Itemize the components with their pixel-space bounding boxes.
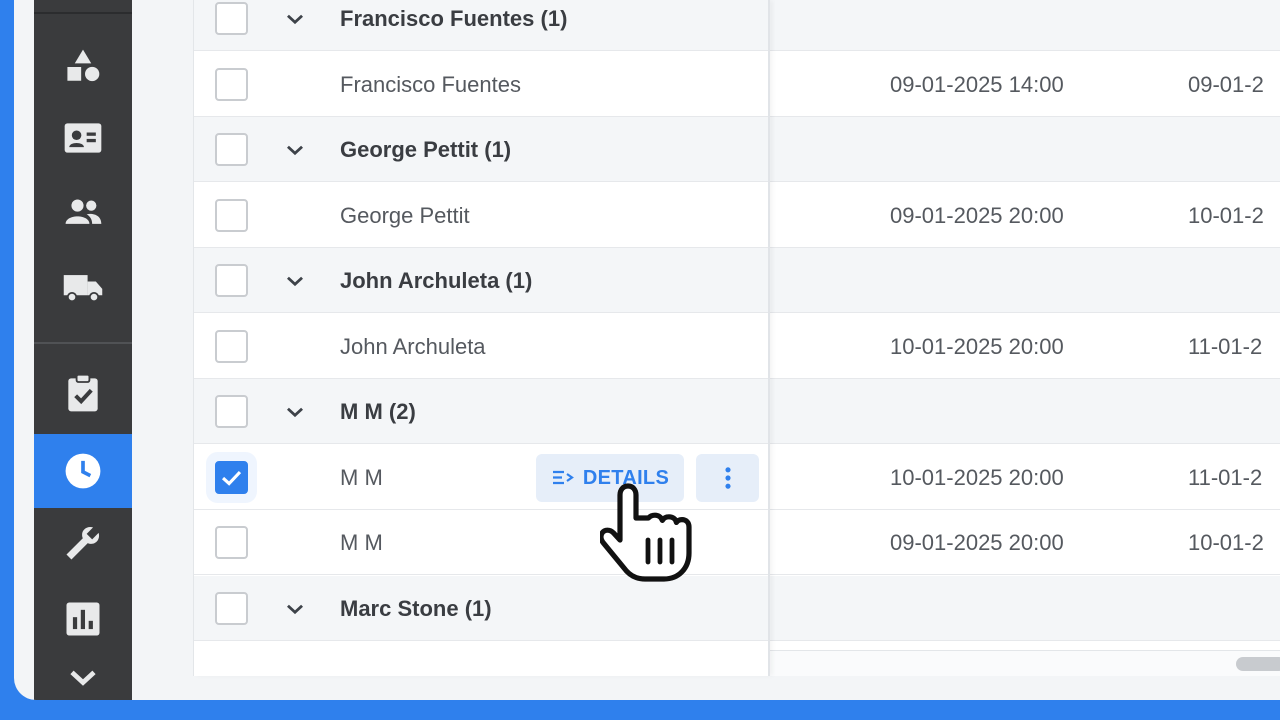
app-window: Francisco Fuentes (1) Francisco Fuentes Ge…	[14, 0, 1280, 700]
shapes-icon	[67, 49, 100, 82]
chevron-down-icon	[287, 276, 303, 287]
people-icon	[65, 199, 102, 224]
expand-group-toggle[interactable]	[282, 596, 308, 622]
main-content: Francisco Fuentes (1) Francisco Fuentes Ge…	[132, 0, 1280, 700]
sidebar-item-tools[interactable]	[34, 506, 132, 580]
row-checkbox[interactable]	[215, 330, 248, 363]
checkmark-icon	[221, 470, 242, 486]
employee-name: Francisco Fuentes	[340, 72, 521, 97]
expand-group-toggle[interactable]	[282, 137, 308, 163]
group-row-values	[770, 117, 1280, 182]
table-row-values: 10-01-2025 20:00 11-01-2	[770, 314, 1280, 379]
more-vertical-icon	[724, 467, 731, 489]
group-row: John Archuleta (1)	[194, 248, 768, 313]
hand-pointer-cursor	[600, 483, 692, 582]
group-row-values	[770, 379, 1280, 444]
sidebar-item-people[interactable]	[34, 175, 132, 249]
sidebar	[34, 0, 132, 700]
end-time-cell: 10-01-2	[1188, 530, 1264, 555]
row-checkbox[interactable]	[215, 199, 248, 232]
contact-card-icon	[64, 123, 102, 153]
start-time-cell: 10-01-2025 20:00	[890, 334, 1064, 359]
table-row: Francisco Fuentes	[194, 52, 768, 117]
group-row-values	[770, 576, 1280, 641]
row-checkbox[interactable]	[215, 592, 248, 625]
pinned-footer	[194, 650, 768, 676]
row-checkbox[interactable]	[215, 526, 248, 559]
table-row-values: 09-01-2025 20:00 10-01-2	[770, 510, 1280, 575]
employee-name: M M	[340, 465, 383, 490]
wrench-icon	[66, 526, 100, 560]
sidebar-item-contacts[interactable]	[34, 101, 132, 175]
table-row: George Pettit	[194, 183, 768, 248]
group-name: Francisco Fuentes (1)	[340, 6, 568, 31]
employee-name: George Pettit	[340, 203, 470, 228]
truck-icon	[63, 275, 103, 303]
group-name: Marc Stone (1)	[340, 596, 492, 621]
scrollbar-thumb[interactable]	[1236, 657, 1280, 671]
scrollable-columns: 09-01-2025 20:00 10-01-2 10-01-2025 20:00 1…	[770, 0, 1280, 676]
group-row: George Pettit (1)	[194, 117, 768, 182]
start-time-cell: 09-01-2025 14:00	[890, 72, 1064, 97]
start-time-cell: 09-01-2025 20:00	[890, 203, 1064, 228]
list-details-icon	[552, 470, 574, 485]
sidebar-item-tasks[interactable]	[34, 356, 132, 430]
group-name: M M (2)	[340, 399, 416, 424]
end-time-cell: 09-01-2	[1188, 72, 1264, 97]
group-row: M M (2)	[194, 379, 768, 444]
sidebar-item-shapes[interactable]	[34, 30, 132, 104]
row-checkbox[interactable]	[215, 264, 248, 297]
chevron-down-icon	[287, 604, 303, 615]
sidebar-item-delivery[interactable]	[34, 250, 132, 324]
clipboard-check-icon	[68, 373, 98, 412]
expand-group-toggle[interactable]	[282, 6, 308, 32]
expand-group-toggle[interactable]	[282, 268, 308, 294]
end-time-cell: 10-01-2	[1188, 203, 1264, 228]
row-checkbox[interactable]	[215, 461, 248, 494]
table-row-values: 09-01-2025 20:00 10-01-2	[770, 183, 1280, 248]
timesheet-grid: Francisco Fuentes (1) Francisco Fuentes Ge…	[193, 0, 1280, 676]
chevron-down-icon	[70, 670, 96, 686]
row-checkbox[interactable]	[215, 395, 248, 428]
table-row: John Archuleta	[194, 314, 768, 379]
sidebar-expand-button[interactable]	[34, 640, 132, 700]
group-row: Francisco Fuentes (1)	[194, 0, 768, 51]
end-time-cell: 11-01-2	[1188, 465, 1263, 490]
chevron-down-icon	[287, 407, 303, 418]
sidebar-top-edge	[34, 0, 132, 14]
end-time-cell: 11-01-2	[1188, 334, 1263, 359]
group-name: John Archuleta (1)	[340, 268, 533, 293]
sidebar-divider	[34, 342, 132, 344]
sidebar-item-time[interactable]	[34, 434, 132, 508]
horizontal-scrollbar[interactable]	[770, 650, 1280, 676]
table-row-values: 09-01-2025 14:00 09-01-2	[770, 52, 1280, 117]
chevron-down-icon	[287, 14, 303, 25]
row-checkbox[interactable]	[215, 68, 248, 101]
employee-name: John Archuleta	[340, 334, 486, 359]
employee-name: M M	[340, 530, 383, 555]
chevron-down-icon	[287, 145, 303, 156]
clock-icon	[65, 453, 101, 489]
group-row-values	[770, 0, 1280, 51]
row-checkbox[interactable]	[215, 2, 248, 35]
row-checkbox[interactable]	[215, 133, 248, 166]
group-name: George Pettit (1)	[340, 137, 512, 162]
expand-group-toggle[interactable]	[282, 399, 308, 425]
group-row-values	[770, 248, 1280, 313]
start-time-cell: 09-01-2025 20:00	[890, 530, 1064, 555]
start-time-cell: 10-01-2025 20:00	[890, 465, 1064, 490]
bar-chart-icon	[66, 602, 100, 636]
table-row-values: 10-01-2025 20:00 11-01-2	[770, 445, 1280, 510]
